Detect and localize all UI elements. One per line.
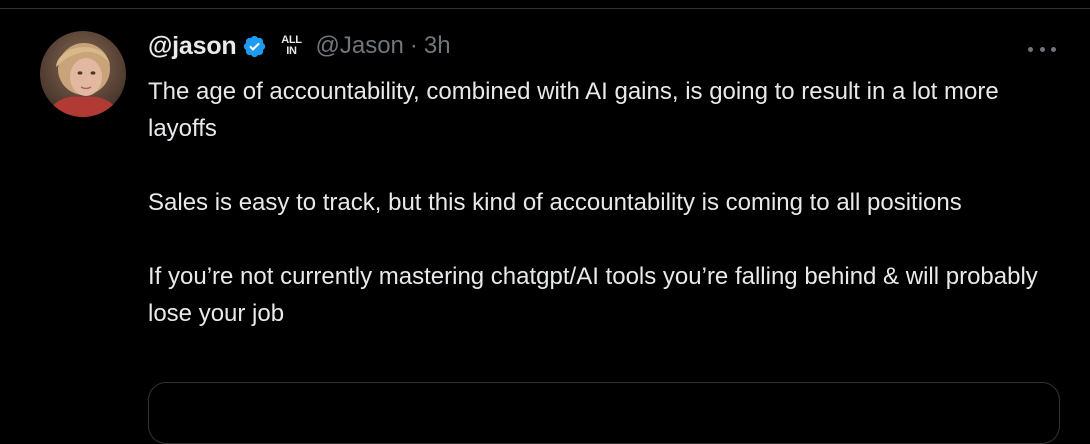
- tweet-paragraph: If you’re not currently mastering chatgp…: [148, 263, 1038, 327]
- affiliate-line-2: IN: [286, 45, 297, 57]
- avatar-image: [40, 31, 126, 117]
- more-dot: [1028, 46, 1033, 52]
- tweet-header: @jason ALL IN @Jason · 3h: [148, 29, 451, 63]
- embedded-card[interactable]: [148, 382, 1060, 444]
- tweet[interactable]: @jason ALL IN @Jason · 3h The age of acc…: [0, 9, 1090, 444]
- timestamp[interactable]: 3h: [424, 32, 451, 60]
- more-dot: [1039, 46, 1045, 52]
- top-divider: [0, 0, 1090, 9]
- tweet-paragraph: The age of accountability, combined with…: [148, 78, 999, 142]
- avatar[interactable]: [40, 31, 126, 117]
- display-name[interactable]: @jason: [148, 32, 237, 61]
- all-in-affiliate-icon[interactable]: ALL IN: [277, 32, 305, 60]
- separator-dot: ·: [409, 32, 418, 59]
- more-dot: [1051, 46, 1056, 52]
- user-handle[interactable]: @Jason: [315, 32, 403, 60]
- verified-badge-icon[interactable]: [242, 34, 267, 59]
- tweet-paragraph: Sales is easy to track, but this kind of…: [148, 189, 962, 216]
- more-options-icon[interactable]: [1028, 39, 1056, 59]
- tweet-text: The age of accountability, combined with…: [148, 73, 1048, 332]
